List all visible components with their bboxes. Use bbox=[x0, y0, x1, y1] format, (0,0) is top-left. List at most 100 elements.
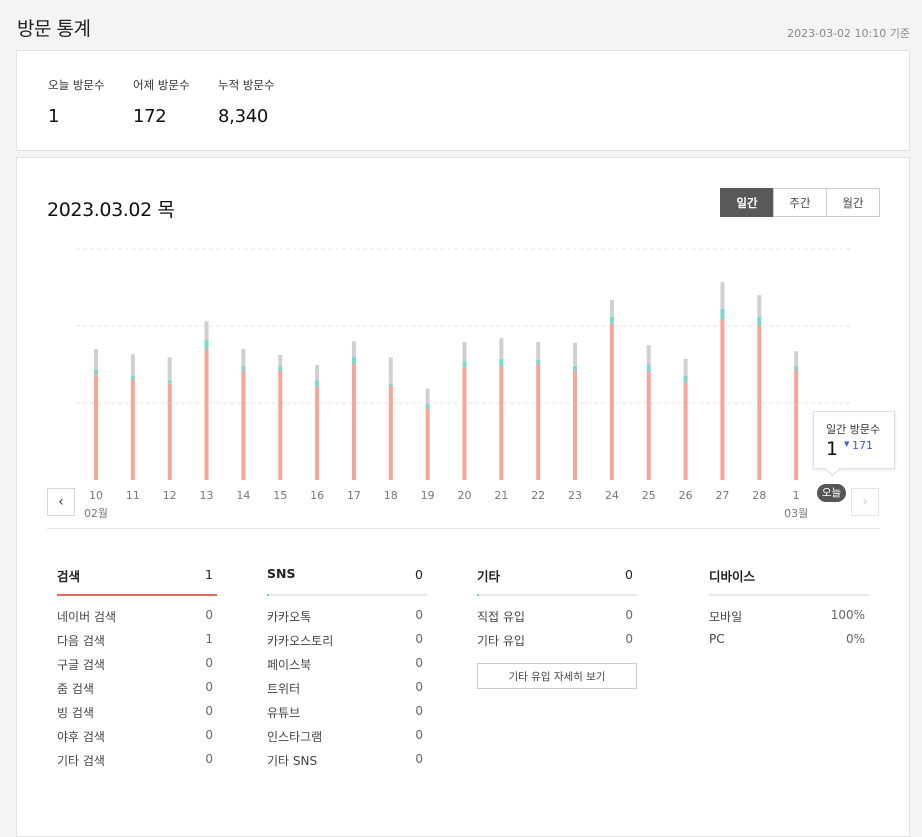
source-search: 검색 1 네이버 검색 0 다음 검색 1 구글 검색 0 줌 검색 0 빙 검색 0 야후 검색 0… bbox=[57, 566, 217, 776]
bar-segment-2[interactable] bbox=[499, 338, 504, 359]
stat-total: 누적 방문수 8,340 bbox=[218, 77, 275, 127]
chart-prev-button[interactable]: ‹ bbox=[47, 488, 75, 516]
sns-row-label: 페이스북 bbox=[267, 658, 312, 672]
bar-segment-2[interactable] bbox=[315, 365, 320, 381]
stat-yesterday-label: 어제 방문수 bbox=[133, 78, 190, 92]
bar-segment-1[interactable] bbox=[499, 358, 504, 367]
device-row: PC 0% bbox=[709, 632, 869, 656]
bar-segment-1[interactable] bbox=[794, 366, 799, 370]
bar-segment-0[interactable] bbox=[94, 374, 98, 480]
source-etc: 기타 0 직접 유입 0 기타 유입 0 기타 유입 자세히 보기 bbox=[477, 566, 637, 689]
sns-row-value: 0 bbox=[415, 608, 423, 622]
bar-segment-0[interactable] bbox=[204, 349, 209, 480]
bar-segment-0[interactable] bbox=[388, 385, 393, 480]
x-tick-label: 22 bbox=[531, 489, 545, 502]
search-row-value: 0 bbox=[205, 608, 213, 622]
search-row-value: 0 bbox=[205, 656, 213, 670]
bar-segment-0[interactable] bbox=[757, 325, 762, 480]
bar-segment-0[interactable] bbox=[351, 364, 356, 480]
bar-segment-2[interactable] bbox=[278, 355, 283, 367]
bar-segment-0[interactable] bbox=[536, 364, 541, 480]
bar-segment-1[interactable] bbox=[609, 316, 614, 324]
bar-segment-1[interactable] bbox=[757, 316, 762, 326]
search-row: 네이버 검색 0 bbox=[57, 608, 217, 632]
etc-bar bbox=[477, 594, 637, 596]
bar-segment-0[interactable] bbox=[425, 408, 430, 480]
bar-segment-1[interactable] bbox=[425, 404, 430, 409]
bar-segment-2[interactable] bbox=[204, 321, 209, 341]
x-tick-label: 17 bbox=[347, 489, 361, 502]
bar-segment-1[interactable] bbox=[720, 309, 725, 319]
bar-segment-0[interactable] bbox=[315, 386, 320, 480]
bar-segment-0[interactable] bbox=[609, 323, 614, 480]
bar-segment-1[interactable] bbox=[241, 365, 246, 371]
bar-segment-1[interactable] bbox=[683, 375, 688, 383]
bar-segment-0[interactable] bbox=[646, 371, 651, 480]
bar-segment-2[interactable] bbox=[425, 388, 430, 405]
sns-row-value: 0 bbox=[415, 704, 423, 718]
search-row-label: 다음 검색 bbox=[57, 634, 105, 648]
bar-segment-1[interactable] bbox=[204, 340, 209, 350]
bar-segment-1[interactable] bbox=[315, 380, 320, 387]
bar-segment-2[interactable] bbox=[94, 348, 98, 370]
device-row-value: 100% bbox=[830, 608, 865, 622]
divider bbox=[47, 528, 880, 529]
bar-segment-2[interactable] bbox=[683, 358, 688, 376]
bar-segment-0[interactable] bbox=[683, 382, 688, 480]
bar-segment-2[interactable] bbox=[720, 282, 725, 310]
bar-segment-2[interactable] bbox=[794, 351, 799, 367]
bar-segment-0[interactable] bbox=[499, 366, 504, 480]
bar-segment-0[interactable] bbox=[462, 367, 467, 480]
search-count: 1 bbox=[205, 567, 213, 582]
sns-row: 페이스북 0 bbox=[267, 656, 427, 680]
bar-segment-2[interactable] bbox=[241, 348, 246, 366]
search-row: 줌 검색 0 bbox=[57, 680, 217, 704]
etc-row: 직접 유입 0 bbox=[477, 608, 637, 632]
x-tick-label: 19 bbox=[421, 489, 435, 502]
etc-detail-button[interactable]: 기타 유입 자세히 보기 bbox=[477, 663, 637, 689]
bar-segment-0[interactable] bbox=[167, 383, 172, 480]
bar-segment-0[interactable] bbox=[241, 370, 246, 480]
search-row-label: 구글 검색 bbox=[57, 658, 105, 672]
bar-segment-2[interactable] bbox=[536, 342, 541, 360]
device-header: 디바이스 bbox=[709, 566, 869, 594]
x-tick-label: 18 bbox=[384, 489, 398, 502]
bar-segment-0[interactable] bbox=[573, 370, 578, 480]
x-tick-label: 16 bbox=[310, 489, 324, 502]
search-title: 검색 bbox=[57, 569, 81, 584]
bar-segment-2[interactable] bbox=[351, 341, 356, 357]
bar-segment-2[interactable] bbox=[167, 357, 172, 381]
bar-segment-1[interactable] bbox=[130, 375, 135, 380]
bar-segment-2[interactable] bbox=[757, 295, 762, 317]
chart-next-button[interactable]: › bbox=[851, 488, 879, 516]
bar-segment-2[interactable] bbox=[388, 357, 393, 384]
sns-row: 카카오톡 0 bbox=[267, 608, 427, 632]
timestamp: 2023-03-02 10:10 기준 bbox=[787, 27, 910, 40]
x-tick-label: 13 bbox=[200, 489, 214, 502]
bar-segment-1[interactable] bbox=[536, 359, 541, 365]
bar-segment-2[interactable] bbox=[573, 342, 578, 366]
search-row-value: 0 bbox=[205, 728, 213, 742]
etc-row-value: 0 bbox=[625, 608, 633, 622]
bar-segment-0[interactable] bbox=[794, 369, 799, 480]
chevron-left-icon: ‹ bbox=[58, 494, 64, 510]
bar-segment-1[interactable] bbox=[94, 369, 98, 375]
bar-segment-2[interactable] bbox=[646, 345, 651, 365]
bar-segment-1[interactable] bbox=[351, 356, 356, 365]
bar-segment-1[interactable] bbox=[573, 365, 578, 371]
bar-segment-1[interactable] bbox=[167, 380, 172, 384]
bar-segment-1[interactable] bbox=[646, 364, 651, 372]
sns-row-value: 0 bbox=[415, 656, 423, 670]
bar-segment-1[interactable] bbox=[388, 383, 393, 386]
bar-segment-0[interactable] bbox=[720, 319, 725, 480]
bar-segment-1[interactable] bbox=[462, 361, 467, 368]
device-row-value: 0% bbox=[845, 632, 865, 646]
bar-segment-0[interactable] bbox=[278, 370, 283, 480]
x-tick-label: 24 bbox=[605, 489, 619, 502]
bar-segment-0[interactable] bbox=[130, 379, 135, 480]
bar-segment-1[interactable] bbox=[278, 366, 283, 371]
bar-segment-2[interactable] bbox=[130, 354, 135, 376]
bar-segment-2[interactable] bbox=[462, 342, 467, 362]
bar-segment-2[interactable] bbox=[609, 299, 614, 317]
search-row-label: 기타 검색 bbox=[57, 754, 105, 768]
